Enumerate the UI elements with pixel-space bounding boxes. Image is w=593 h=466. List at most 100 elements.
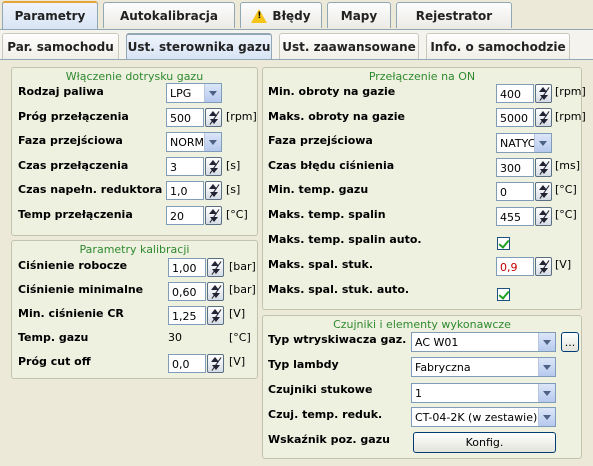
tab-ust-sterownika[interactable]: Ust. sterownika gazu [126, 33, 272, 59]
fuel-select[interactable]: LPG [166, 83, 222, 103]
tab-bledy[interactable]: ! Błędy [240, 2, 322, 28]
temp-label: Temp przełączenia [18, 208, 133, 221]
gas-level-config-button[interactable]: Konfig. [413, 432, 556, 453]
err-time-spin-icon[interactable] [535, 158, 552, 177]
tab-label: Ust. zaawansowane [282, 39, 416, 54]
err-time-input[interactable]: 300 [496, 158, 534, 177]
knock-max-label: Maks. spal. stuk. [268, 258, 373, 271]
temp-input[interactable]: 20 [166, 206, 204, 225]
chevron-down-icon[interactable] [538, 333, 555, 351]
tab-label: Info. o samochodzie [430, 39, 566, 54]
tab-info-samochod[interactable]: Info. o samochodzie [426, 33, 570, 59]
on-phase-label: Faza przejściowa [268, 134, 373, 147]
tab-label: Par. samochodu [7, 39, 114, 54]
max-exhaust-unit: [°C] [555, 208, 577, 221]
max-rpm-spin-icon[interactable] [535, 108, 552, 127]
min-rpm-label: Min. obroty na gazie [268, 85, 396, 98]
min-rpm-spin-icon[interactable] [535, 84, 552, 103]
tab-label: Mapy [340, 8, 378, 23]
tab-rejestrator[interactable]: Rejestrator [396, 2, 512, 28]
cr-spin-icon[interactable] [207, 306, 224, 325]
cutoff-input[interactable]: 0,0 [168, 354, 206, 373]
threshold-label: Próg przełączenia [18, 110, 129, 123]
injector-browse-button[interactable]: ... [561, 332, 579, 352]
min-gas-temp-spin-icon[interactable] [535, 182, 552, 201]
on-switch-panel: Przełączenie na ON Min. obroty na gazie … [262, 67, 586, 310]
knock-sensors-label: Czujniki stukowe [268, 383, 373, 396]
min-gas-temp-input[interactable]: 0 [496, 182, 534, 201]
work-pressure-spin-icon[interactable] [207, 258, 224, 277]
temp-spin-icon[interactable] [205, 206, 222, 225]
reducer-temp-label: Czuj. temp. reduk. [268, 408, 383, 421]
sensors-panel: Czujniki i elementy wykonawcze Typ wtrys… [262, 315, 582, 459]
cr-input[interactable]: 1,25 [168, 306, 206, 325]
max-exhaust-auto-checkbox[interactable] [497, 237, 510, 250]
phase-select[interactable]: NORMAL [166, 132, 222, 152]
time-unit: [s] [226, 159, 241, 172]
lambda-select[interactable]: Fabryczna [411, 357, 556, 377]
gas-temp-value: 30 [168, 331, 182, 344]
tab-autokalibracja[interactable]: Autokalibracja [103, 2, 235, 28]
min-gas-temp-unit: [°C] [555, 183, 577, 196]
tab-label: Błędy [272, 8, 311, 23]
knock-max-unit: [V] [555, 258, 572, 271]
min-pressure-unit: [bar] [229, 283, 256, 296]
injector-select[interactable]: AC W01 [411, 332, 556, 352]
work-pressure-input[interactable]: 1,00 [168, 258, 206, 277]
gas-temp-label: Temp. gazu [18, 331, 89, 344]
on-phase-select[interactable]: NATYCH [496, 133, 552, 153]
min-rpm-input[interactable]: 400 [496, 84, 534, 103]
select-value: LPG [170, 87, 192, 100]
main-tab-bar: Parametry Autokalibracja ! Błędy Mapy Rej… [0, 0, 593, 30]
fill-input[interactable]: 1,0 [166, 181, 204, 200]
cr-unit: [V] [229, 307, 246, 320]
tab-parametry[interactable]: Parametry [2, 1, 98, 29]
chevron-down-icon[interactable] [204, 133, 221, 151]
phase-label: Faza przejściowa [18, 134, 123, 147]
panel-title: Włączenie dotrysku gazu [65, 70, 204, 83]
warning-icon: ! [251, 8, 268, 23]
min-pressure-input[interactable]: 0,60 [168, 282, 206, 301]
max-exhaust-auto-label: Maks. temp. spalin auto. [268, 233, 422, 246]
injector-label: Typ wtryskiwacza gaz. [268, 333, 407, 346]
select-value: Fabryczna [415, 361, 471, 374]
max-rpm-input[interactable]: 5000 [496, 108, 534, 127]
threshold-input[interactable]: 500 [166, 108, 204, 127]
chevron-down-icon[interactable] [538, 408, 555, 426]
cutoff-label: Próg cut off [18, 355, 91, 368]
chevron-down-icon[interactable] [538, 384, 555, 402]
chevron-down-icon[interactable] [538, 358, 555, 376]
gas-temp-unit: [°C] [229, 331, 251, 344]
min-rpm-unit: [rpm] [555, 85, 586, 98]
time-label: Czas przełączenia [18, 159, 129, 172]
fuel-label: Rodzaj paliwa [18, 85, 104, 98]
time-input[interactable]: 3 [166, 157, 204, 176]
cr-label: Min. ciśnienie CR [18, 307, 124, 320]
tab-label: Rejestrator [415, 8, 493, 23]
fill-spin-icon[interactable] [205, 181, 222, 200]
chevron-down-icon[interactable] [534, 134, 551, 152]
lambda-label: Typ lambdy [268, 358, 339, 371]
cutoff-spin-icon[interactable] [207, 354, 224, 373]
cutoff-unit: [V] [229, 355, 246, 368]
threshold-spin-icon[interactable] [205, 108, 222, 127]
max-exhaust-spin-icon[interactable] [535, 207, 552, 226]
knock-auto-checkbox[interactable] [497, 288, 510, 301]
max-exhaust-input[interactable]: 455 [496, 207, 534, 226]
gas-level-label: Wskaźnik poz. gazu [268, 433, 390, 446]
max-rpm-label: Maks. obroty na gazie [268, 110, 405, 123]
fill-unit: [s] [226, 183, 241, 196]
switch-panel: Włączenie dotrysku gazu Rodzaj paliwa LP… [11, 67, 258, 236]
sub-tab-bar: Par. samochodu Ust. sterownika gazu Ust.… [0, 30, 593, 60]
tab-par-samochodu[interactable]: Par. samochodu [2, 33, 119, 59]
reducer-temp-select[interactable]: CT-04-2K (w zestawie) [411, 407, 556, 427]
knock-max-input[interactable]: 0,9 [496, 257, 534, 276]
tab-ust-zaawansowane[interactable]: Ust. zaawansowane [279, 33, 419, 59]
knock-max-spin-icon[interactable] [535, 257, 552, 276]
tab-mapy[interactable]: Mapy [327, 2, 391, 28]
time-spin-icon[interactable] [205, 157, 222, 176]
knock-sensors-select[interactable]: 1 [411, 383, 556, 403]
err-time-label: Czas błędu ciśnienia [268, 159, 395, 172]
min-pressure-spin-icon[interactable] [207, 282, 224, 301]
chevron-down-icon[interactable] [204, 84, 221, 102]
